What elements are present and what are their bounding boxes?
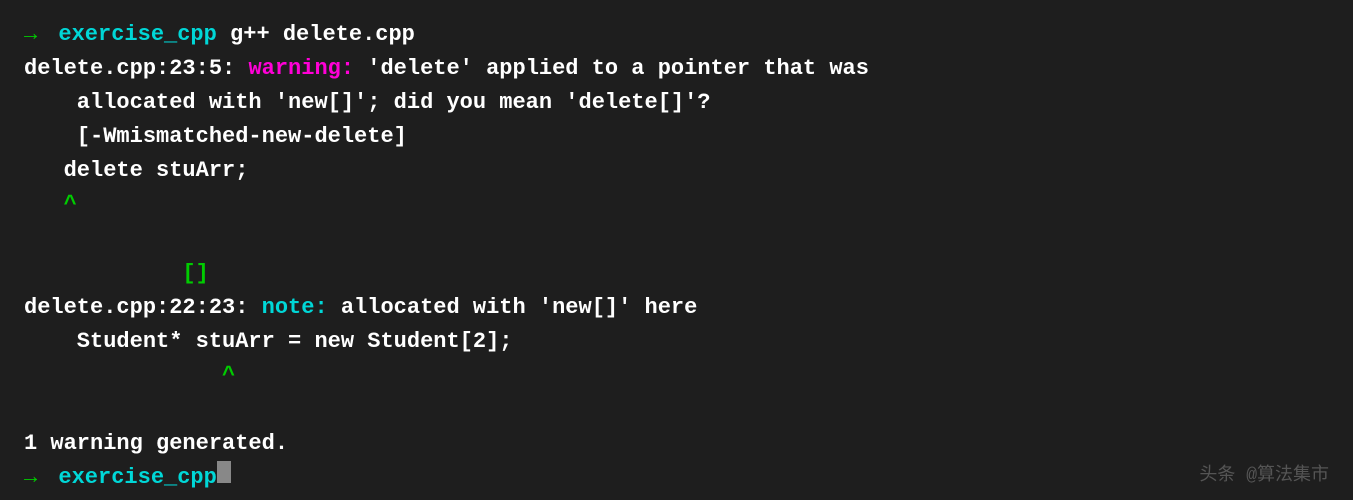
watermark: 头条 @算法集市 [1199, 460, 1329, 486]
summary-text: 1 warning generated. [24, 427, 288, 461]
warning-text-2: allocated with 'new[]'; did you mean 'de… [24, 86, 711, 120]
code-line-1: delete stuArr; [24, 154, 1329, 188]
caret-line-2: ^ [24, 359, 1329, 393]
file-loc-1: delete.cpp:23:5: [24, 52, 248, 86]
cursor-block [217, 461, 231, 483]
arrow-icon-1: → [24, 18, 50, 52]
dir-name-2: exercise_cpp [58, 461, 216, 495]
suggestion-line: [] [24, 257, 1329, 291]
note-text-1: allocated with 'new[]' here [328, 291, 698, 325]
code-text-2: Student* stuArr = new Student[2]; [24, 325, 512, 359]
summary-line: 1 warning generated. [24, 427, 1329, 461]
warning-line-1: delete.cpp:23:5: warning: 'delete' appli… [24, 52, 1329, 86]
note-label: note: [262, 291, 328, 325]
warning-line-2: allocated with 'new[]'; did you mean 'de… [24, 86, 1329, 120]
code-text-1: delete stuArr; [24, 154, 248, 188]
caret-line-1: ^ [24, 188, 1329, 222]
terminal-output: → exercise_cpp g++ delete.cpp delete.cpp… [24, 18, 1329, 495]
empty-line-1 [24, 223, 1329, 257]
dir-name-1: exercise_cpp [58, 18, 216, 52]
empty-line-2 [24, 393, 1329, 427]
caret-1: ^ [24, 188, 77, 222]
warning-flag: [-Wmismatched-new-delete] [24, 120, 407, 154]
command-line-2: → exercise_cpp [24, 461, 1329, 495]
command-text-1: g++ delete.cpp [217, 18, 415, 52]
warning-text-1: 'delete' applied to a pointer that was [354, 52, 869, 86]
command-line-1: → exercise_cpp g++ delete.cpp [24, 18, 1329, 52]
warning-line-3: [-Wmismatched-new-delete] [24, 120, 1329, 154]
note-line-1: delete.cpp:22:23: note: allocated with '… [24, 291, 1329, 325]
warning-label: warning: [248, 52, 354, 86]
suggestion-brackets: [] [24, 257, 209, 291]
caret-2: ^ [24, 359, 235, 393]
arrow-icon-2: → [24, 461, 50, 495]
file-loc-2: delete.cpp:22:23: [24, 291, 262, 325]
code-line-2: Student* stuArr = new Student[2]; [24, 325, 1329, 359]
